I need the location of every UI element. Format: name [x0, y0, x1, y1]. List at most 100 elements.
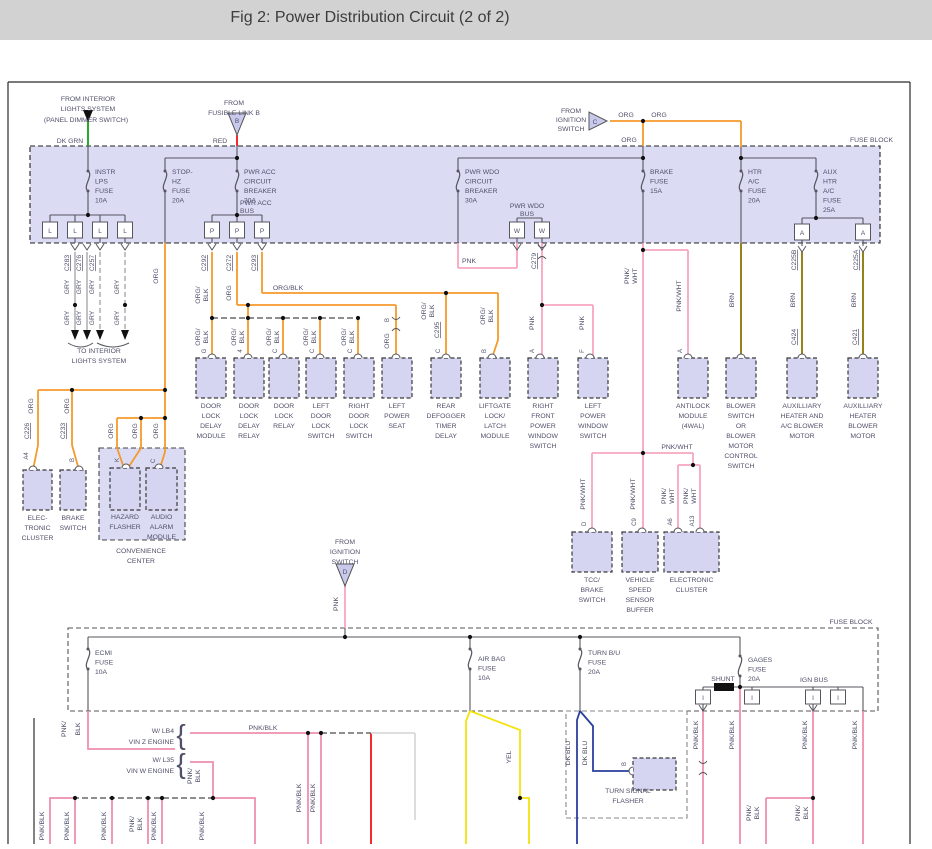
fuse-label: A/C — [748, 179, 759, 186]
wire-label: ORG — [226, 285, 233, 300]
wire-label: ORG — [132, 423, 139, 438]
fuse-label: AIR BAG — [478, 656, 506, 663]
wire-label: PNK/BLK — [64, 811, 71, 840]
triangle-letter: D — [343, 569, 348, 576]
fuse-label: 20A — [172, 198, 185, 205]
module-label: SWITCH — [346, 433, 373, 440]
junction-dot — [539, 302, 545, 308]
diagram-text: FROM — [561, 108, 581, 115]
wire-label: A13 — [690, 515, 696, 526]
connector-id: C257 — [89, 255, 96, 271]
pin-entry-arc — [637, 527, 647, 533]
module-label: SWITCH — [308, 433, 335, 440]
module-label: RELAY — [273, 423, 295, 430]
module-label: A/C BLOWER — [781, 423, 824, 430]
diagram-text: IGNITION — [330, 549, 360, 556]
wire-yel — [520, 797, 530, 844]
diagram-text: FUSE BLOCK — [850, 137, 894, 144]
cavity-letter: I — [702, 695, 704, 702]
module-box — [479, 357, 511, 399]
wire-label: PNK/ — [61, 721, 68, 737]
module-label: CONTROL — [724, 453, 757, 460]
module-label: BUFFER — [626, 607, 653, 614]
wire-label: BLK — [195, 769, 202, 782]
module-box — [663, 531, 720, 573]
wire-label: PNK/ — [795, 805, 802, 821]
diagram-text: SHUNT — [711, 676, 734, 683]
junction-dot — [159, 795, 165, 801]
flow-arrow-icon — [83, 330, 91, 340]
diagram-text: PNK/WHT — [661, 444, 692, 451]
wire-label: WHT — [691, 488, 698, 503]
fuse-label: CIRCUIT — [244, 179, 272, 186]
wire-label: D — [582, 521, 588, 526]
module-label: POWER — [580, 413, 606, 420]
wire-label: ORG/ — [421, 302, 428, 319]
module-box — [22, 469, 53, 511]
fuse-label: FUSE — [588, 660, 607, 667]
wire-label: BLK — [239, 330, 246, 343]
fuse-label: PWR WDO — [465, 169, 499, 176]
pin-entry-arc — [278, 353, 288, 359]
fuse-label: STOP- — [172, 169, 193, 176]
wire-label: 4 — [238, 349, 244, 353]
diagram-stage: L L L L P P P W W A A I I I I DOOR LOCK DELAY MODULE DOOR LO… — [0, 0, 932, 844]
module-label: ANTILOCK — [676, 403, 710, 410]
module-label: BRAKE — [61, 515, 85, 522]
wire-label: WHT — [669, 488, 676, 503]
junction-dot — [318, 730, 324, 736]
pin-entry-arc — [673, 527, 683, 533]
pin-entry-arc — [28, 465, 38, 471]
cavity-letter: L — [73, 228, 77, 235]
diagram-text: LIGHTS SYSTEM — [72, 358, 127, 365]
module-label: DELAY — [200, 423, 222, 430]
wire-label: B — [385, 318, 391, 322]
group-bracket — [96, 342, 130, 348]
junction-dot — [690, 462, 696, 468]
wire-label: DK BLU — [582, 741, 589, 766]
diagram-text: FUSIBLE LINK B — [208, 110, 260, 117]
module-box — [145, 467, 178, 511]
module-label: HEATER — [849, 413, 876, 420]
wire-label: ORG/ — [480, 307, 487, 324]
wire-label: BLK — [488, 309, 495, 322]
wire-label: A6 — [668, 518, 674, 526]
wire-label: GRY — [114, 310, 121, 325]
connector-id: C272 — [226, 255, 233, 271]
module-label: RIGHT — [348, 403, 369, 410]
triangle-letter: B — [235, 118, 239, 125]
module-label: TRONIC — [24, 525, 50, 532]
fuse-terminal — [86, 169, 90, 173]
module-label: MODULE — [678, 413, 708, 420]
module-label: CLUSTER — [22, 535, 54, 542]
module-box — [621, 531, 659, 573]
connector-id: C225A — [853, 249, 860, 270]
module-label: LOCK — [240, 413, 259, 420]
exit-chevron-icon — [797, 245, 807, 253]
fuse-label: CIRCUIT — [465, 179, 493, 186]
wire-label: GRY — [64, 279, 71, 294]
pin-entry-arc — [207, 353, 217, 359]
module-box — [725, 357, 757, 399]
module-label: OR — [736, 423, 746, 430]
wire-yel — [465, 710, 471, 844]
fuse-label: 20A — [748, 676, 761, 683]
fuse-terminal — [163, 189, 167, 193]
pin-entry-arc — [441, 353, 451, 359]
wire-label: ORG — [153, 268, 160, 283]
diagram-text: FUSE BLOCK — [829, 619, 873, 626]
junction-dot — [517, 795, 523, 801]
module-label: RIGHT — [532, 403, 553, 410]
wire-label: PNK/BLK — [101, 811, 108, 840]
junction-dot — [305, 730, 311, 736]
fuse-terminal — [578, 647, 582, 651]
wire-label: ORG/ — [195, 286, 202, 303]
fuse-terminal — [468, 647, 472, 651]
module-label: AUXILLIARY — [782, 403, 822, 410]
module-label: SWITCH — [728, 413, 755, 420]
junction-dot — [443, 290, 449, 296]
module-label: MODULE — [480, 433, 510, 440]
junction-dot — [138, 415, 144, 421]
module-label: BLOWER — [848, 423, 878, 430]
fuse-terminal — [814, 189, 818, 193]
